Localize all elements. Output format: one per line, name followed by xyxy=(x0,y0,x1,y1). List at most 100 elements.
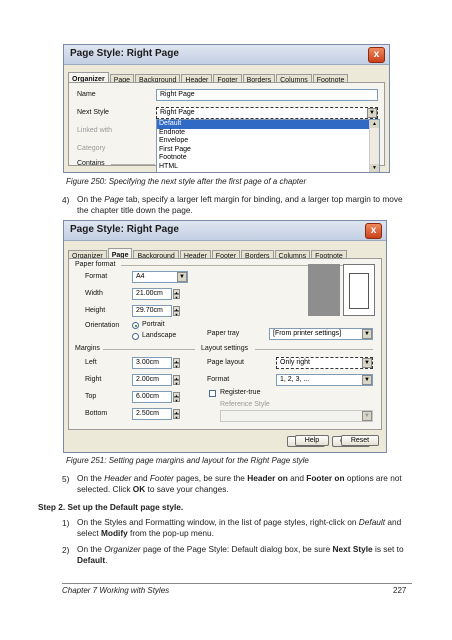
landscape-label: Landscape xyxy=(142,332,177,339)
step-text: On the Styles and Formatting window, in … xyxy=(77,517,422,539)
chevron-down-icon[interactable]: ▼ xyxy=(362,375,372,385)
reset-button[interactable]: Reset xyxy=(341,435,379,446)
text: Footer xyxy=(149,473,174,483)
text: the chapter title down the page. xyxy=(77,205,193,215)
text: OK xyxy=(132,484,146,494)
margins-heading: Margins xyxy=(75,345,100,352)
text: On the xyxy=(77,194,105,204)
divider xyxy=(111,164,155,165)
list-item[interactable]: Endnote xyxy=(157,129,379,138)
scrollbar[interactable]: ▲ ▼ xyxy=(369,120,379,172)
step-number: 5) xyxy=(62,474,70,484)
layout-settings-heading: Layout settings xyxy=(201,345,249,352)
orientation-label: Orientation xyxy=(85,322,120,329)
figure-caption: Figure 251: Setting page margins and lay… xyxy=(66,456,309,465)
text: options are not xyxy=(344,473,402,483)
text: and xyxy=(287,473,307,483)
category-label: Category xyxy=(77,145,106,152)
width-field[interactable]: 21.00cm xyxy=(132,288,172,300)
text: Header xyxy=(104,473,132,483)
top-margin-field[interactable]: 6.00cm xyxy=(132,391,172,403)
step-number: 4) xyxy=(62,195,70,205)
left-margin-label: Left xyxy=(85,359,97,366)
help-button[interactable]: Help xyxy=(295,435,329,446)
text: Header on xyxy=(247,473,288,483)
reference-style-dropdown[interactable] xyxy=(220,410,373,422)
dialog-title: Page Style: Right Page xyxy=(70,224,179,235)
list-item[interactable]: HTML xyxy=(157,163,379,172)
footer-rule xyxy=(62,583,412,584)
figure-caption: Figure 250: Specifying the next style af… xyxy=(66,177,307,186)
portrait-radio[interactable] xyxy=(132,322,139,329)
dialog-title: Page Style: Right Page xyxy=(70,48,179,59)
text: On the xyxy=(77,544,105,554)
tab-strip: Organizer Page Background Header Footer Borde… xyxy=(68,244,348,262)
close-icon[interactable]: x xyxy=(365,223,382,239)
height-label: Height xyxy=(85,307,106,314)
chevron-down-icon[interactable]: ▼ xyxy=(362,329,372,339)
page-number: 227 xyxy=(393,586,407,595)
linked-with-label: Linked with xyxy=(77,127,113,134)
text: On the Styles and Formatting window, in … xyxy=(77,517,359,527)
text: tab, specify a larger left margin for bi… xyxy=(123,194,403,204)
page-style-dialog-organizer: Page Style: Right Page x Organizer Page Ba… xyxy=(63,44,390,173)
tab-strip: Organizer Page Background Header Footer Borde… xyxy=(68,68,349,86)
text: Default xyxy=(358,517,386,527)
footer-chapter: Chapter 7 Working with Styles xyxy=(62,586,170,595)
dialog-titlebar: Page Style: Right Page x xyxy=(64,45,389,65)
list-item[interactable]: Footnote xyxy=(157,154,379,163)
text: Modify xyxy=(100,528,128,538)
numbering-format-dropdown[interactable]: 1, 2, 3, ... xyxy=(276,374,373,386)
close-icon[interactable]: x xyxy=(368,47,385,63)
name-field[interactable]: Right Page xyxy=(156,89,378,101)
page-panel: Paper format Format A4 ▼ Width 21.00cm ▲… xyxy=(68,258,382,430)
left-margin-stepper[interactable]: ▲ ▼ xyxy=(173,358,180,369)
text: selected. Click xyxy=(77,484,133,494)
next-style-label: Next Style xyxy=(77,109,109,116)
width-stepper[interactable]: ▲ ▼ xyxy=(173,289,180,300)
right-margin-stepper[interactable]: ▲ ▼ xyxy=(173,375,180,386)
right-margin-field[interactable]: 2.00cm xyxy=(132,374,172,386)
chevron-down-icon[interactable]: ▼ xyxy=(367,108,377,118)
text: and xyxy=(131,473,150,483)
reference-style-label: Reference Style xyxy=(220,401,270,408)
step-text: On the Organizer page of the Page Style:… xyxy=(77,544,422,566)
text: Footer on xyxy=(306,473,345,483)
step-text: On the Header and Footer pages, be sure … xyxy=(77,473,422,495)
bottom-margin-label: Bottom xyxy=(85,410,108,417)
list-item[interactable]: First Page xyxy=(157,146,379,155)
height-stepper[interactable]: ▲ ▼ xyxy=(173,306,180,317)
text: . xyxy=(105,555,108,565)
numbering-format-label: Format xyxy=(207,376,230,383)
bottom-margin-stepper[interactable]: ▲ ▼ xyxy=(173,409,180,420)
next-style-dropdown[interactable]: Right Page xyxy=(156,107,378,119)
register-true-checkbox[interactable] xyxy=(209,390,216,397)
left-margin-field[interactable]: 3.00cm xyxy=(132,357,172,369)
height-field[interactable]: 29.70cm xyxy=(132,305,172,317)
text: On the xyxy=(77,473,105,483)
chevron-down-icon[interactable]: ▼ xyxy=(177,272,187,282)
text: Next Style xyxy=(332,544,373,554)
list-item[interactable]: Default xyxy=(157,120,379,129)
step-text: On the Page tab, specify a larger left m… xyxy=(77,194,417,216)
bottom-margin-field[interactable]: 2.50cm xyxy=(132,408,172,420)
top-margin-stepper[interactable]: ▲ ▼ xyxy=(173,392,180,403)
chevron-down-icon[interactable]: ▼ xyxy=(362,411,372,421)
page-layout-dropdown[interactable]: Only right xyxy=(276,357,373,369)
chevron-down-icon[interactable]: ▼ xyxy=(362,358,372,368)
paper-tray-label: Paper tray xyxy=(207,330,240,337)
portrait-label: Portrait xyxy=(142,321,165,328)
format-label: Format xyxy=(85,273,108,280)
organizer-panel: Name Right Page Next Style Right Page ▼ … xyxy=(68,82,385,172)
text: pages, be sure the xyxy=(173,473,248,483)
contains-label: Contains xyxy=(77,160,105,167)
scroll-down-icon[interactable]: ▼ xyxy=(370,164,379,172)
step-number: 2) xyxy=(62,545,70,555)
text: and xyxy=(385,517,402,527)
width-label: Width xyxy=(85,290,103,297)
paper-tray-dropdown[interactable]: [From printer settings] xyxy=(269,328,373,340)
next-style-list[interactable]: Default Endnote Envelope First Page Foot… xyxy=(156,119,380,172)
landscape-radio[interactable] xyxy=(132,333,139,340)
list-item[interactable]: Envelope xyxy=(157,137,379,146)
scroll-up-icon[interactable]: ▲ xyxy=(370,120,379,128)
